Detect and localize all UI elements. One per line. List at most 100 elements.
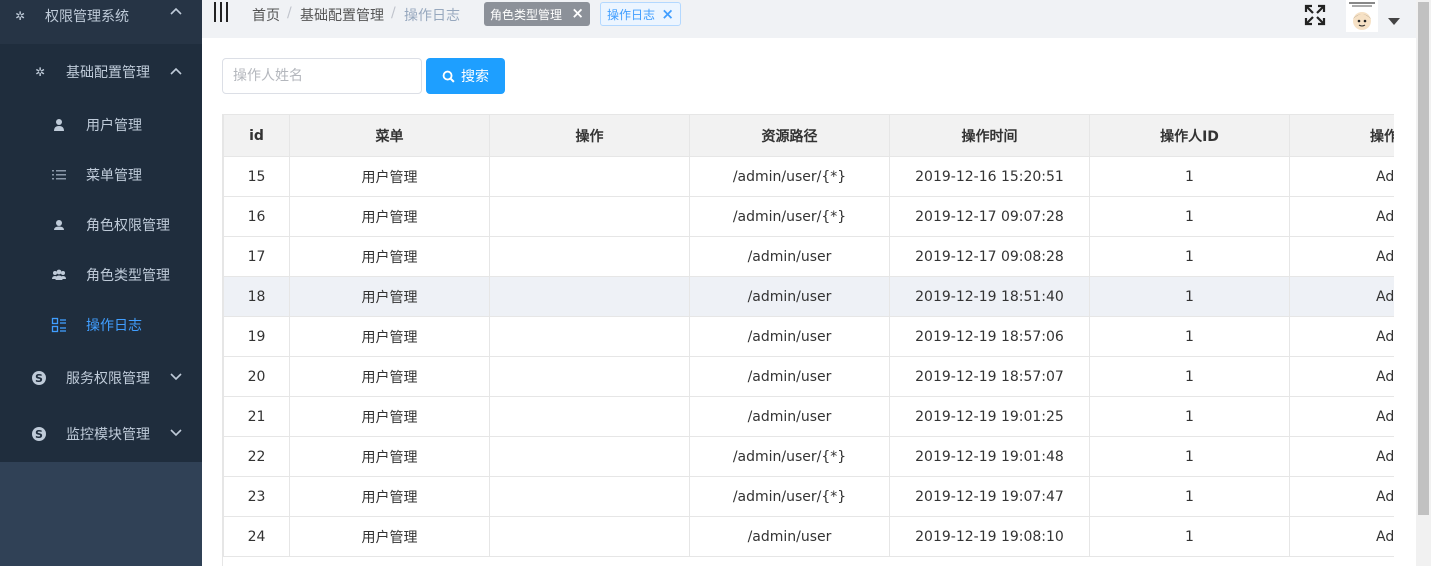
- sidebar-item-label: 用户管理: [86, 118, 142, 134]
- table-cell: 用户管理: [289, 196, 490, 237]
- sidebar-item-role-type[interactable]: 角色类型管理: [0, 250, 202, 300]
- sidebar-item-op-log[interactable]: 操作日志: [0, 300, 202, 350]
- table-cell: Ad: [1289, 436, 1394, 477]
- close-icon[interactable]: ×: [571, 6, 584, 21]
- table-cell: 用户管理: [289, 156, 490, 197]
- gear-icon: ✲: [34, 65, 46, 79]
- table-cell: /admin/user: [689, 356, 890, 397]
- sidebar-item-label: 操作日志: [86, 318, 142, 334]
- sidebar-item-role-perm[interactable]: 角色权限管理: [0, 200, 202, 250]
- fullscreen-icon[interactable]: [1304, 4, 1326, 26]
- table-cell: 2019-12-16 15:20:51: [889, 156, 1090, 197]
- sidebar-item-monitor[interactable]: S 监控模块管理: [0, 409, 202, 459]
- table-cell: [489, 156, 690, 197]
- table-cell: [489, 516, 690, 557]
- sidebar-item-user-mgmt[interactable]: 用户管理: [0, 100, 202, 150]
- service-icon: S: [32, 371, 46, 385]
- table-cell: 2019-12-19 19:08:10: [889, 516, 1090, 557]
- sidebar-item-label: 菜单管理: [86, 168, 142, 184]
- log-table-container[interactable]: id 菜单 操作 资源路径 操作时间 操作人ID 操作 15用户管理/admin…: [222, 114, 1394, 566]
- avatar-image: [1346, 0, 1378, 32]
- table-cell: Ad: [1289, 396, 1394, 437]
- table-cell: 21: [223, 396, 290, 437]
- table-cell: [489, 476, 690, 517]
- table-cell: /admin/user: [689, 516, 890, 557]
- table-cell: 用户管理: [289, 436, 490, 477]
- table-cell: 1: [1089, 516, 1290, 557]
- search-input[interactable]: [222, 58, 422, 94]
- sidebar-group-label: 基础配置管理: [66, 65, 150, 81]
- sidebar-item-menu-mgmt[interactable]: 菜单管理: [0, 150, 202, 200]
- monitor-icon: S: [32, 427, 46, 441]
- gear-icon: ✲: [14, 9, 26, 23]
- role-icon: [54, 220, 64, 230]
- table-row[interactable]: 21 用户管理/admin/user 2019-12-19 19:01:25 1 Ad: [223, 396, 1394, 437]
- breadcrumb-separator: /: [391, 5, 396, 21]
- column-header-operator[interactable]: 操作: [1289, 114, 1394, 157]
- table-cell: [489, 356, 690, 397]
- table-cell: 24: [223, 516, 290, 557]
- table-row[interactable]: 17 用户管理/admin/user 2019-12-17 09:08:28 1 Ad: [223, 236, 1394, 277]
- table-cell: Ad: [1289, 516, 1394, 557]
- caret-down-icon[interactable]: [1388, 18, 1400, 25]
- table-row[interactable]: 15 用户管理/admin/user/{*} 2019-12-16 15:20:51…: [223, 156, 1394, 197]
- tag-op-log[interactable]: 操作日志 ×: [600, 2, 681, 26]
- breadcrumb-separator: /: [287, 5, 292, 21]
- column-header-time[interactable]: 操作时间: [889, 114, 1090, 157]
- table-cell: 1: [1089, 476, 1290, 517]
- table-cell: 16: [223, 196, 290, 237]
- table-row[interactable]: 19 用户管理/admin/user 2019-12-19 18:57:06 1 Ad: [223, 316, 1394, 357]
- column-header-operation[interactable]: 操作: [489, 114, 690, 157]
- table-cell: [489, 276, 690, 317]
- hamburger-icon[interactable]: [214, 2, 230, 22]
- search-button[interactable]: 搜索: [426, 58, 505, 94]
- column-header-menu[interactable]: 菜单: [289, 114, 490, 157]
- sidebar-item-basic-config[interactable]: ✲ 基础配置管理: [0, 47, 202, 97]
- table-cell: 17: [223, 236, 290, 277]
- tag-label: 角色类型管理: [490, 7, 563, 22]
- table-cell: 用户管理: [289, 516, 490, 557]
- table-row[interactable]: 22 用户管理/admin/user/{*} 2019-12-19 19:01:48…: [223, 436, 1394, 477]
- table-cell: Ad: [1289, 236, 1394, 277]
- table-cell: Ad: [1289, 156, 1394, 197]
- sidebar-item-system[interactable]: ✲ 权限管理系统: [0, 0, 202, 41]
- table-row[interactable]: 23 用户管理/admin/user/{*} 2019-12-19 19:07:47…: [223, 476, 1394, 517]
- table-row[interactable]: 24 用户管理/admin/user 2019-12-19 19:08:10 1 Ad: [223, 516, 1394, 557]
- table-cell: 用户管理: [289, 316, 490, 357]
- user-icon: [54, 119, 64, 131]
- breadcrumb-home[interactable]: 首页: [252, 5, 280, 25]
- table-cell: 19: [223, 316, 290, 357]
- sidebar-item-service-perm[interactable]: S 服务权限管理: [0, 353, 202, 403]
- chevron-down-icon: [170, 429, 182, 437]
- column-header-operator-id[interactable]: 操作人ID: [1089, 114, 1290, 157]
- table-cell: 18: [223, 276, 290, 317]
- table-row[interactable]: 20 用户管理/admin/user 2019-12-19 18:57:07 1 Ad: [223, 356, 1394, 397]
- table-cell: 2019-12-17 09:07:28: [889, 196, 1090, 237]
- table-cell: 用户管理: [289, 396, 490, 437]
- breadcrumb-basic-config[interactable]: 基础配置管理: [300, 5, 384, 25]
- table-cell: 用户管理: [289, 356, 490, 397]
- close-icon[interactable]: ×: [661, 7, 674, 22]
- page-scrollbar-thumb[interactable]: [1418, 2, 1429, 515]
- column-header-path[interactable]: 资源路径: [689, 114, 890, 157]
- table-cell: 1: [1089, 276, 1290, 317]
- sidebar-group-label: 服务权限管理: [66, 371, 150, 387]
- table-cell: 15: [223, 156, 290, 197]
- column-header-id[interactable]: id: [223, 114, 290, 157]
- table-cell: /admin/user/{*}: [689, 196, 890, 237]
- table-row[interactable]: 18 用户管理/admin/user 2019-12-19 18:51:40 1 Ad: [223, 276, 1394, 317]
- table-row[interactable]: 16 用户管理/admin/user/{*} 2019-12-17 09:07:28…: [223, 196, 1394, 237]
- table-cell: 1: [1089, 396, 1290, 437]
- sidebar-system-label: 权限管理系统: [45, 9, 129, 25]
- tag-role-type[interactable]: 角色类型管理 ×: [484, 2, 590, 26]
- sidebar: ✲ 权限管理系统 ✲ 基础配置管理 用户管理 菜单管理 角色权限管理 角色类型管…: [0, 0, 202, 566]
- table-header-row: id 菜单 操作 资源路径 操作时间 操作人ID 操作: [223, 114, 1394, 157]
- avatar[interactable]: [1346, 0, 1378, 32]
- table-body: 15 用户管理/admin/user/{*} 2019-12-16 15:20:51…: [223, 156, 1394, 557]
- table-cell: 用户管理: [289, 476, 490, 517]
- table-cell: [489, 396, 690, 437]
- search-button-label: 搜索: [461, 69, 489, 85]
- table-cell: [489, 236, 690, 277]
- users-icon: [52, 269, 66, 280]
- table-cell: 用户管理: [289, 236, 490, 277]
